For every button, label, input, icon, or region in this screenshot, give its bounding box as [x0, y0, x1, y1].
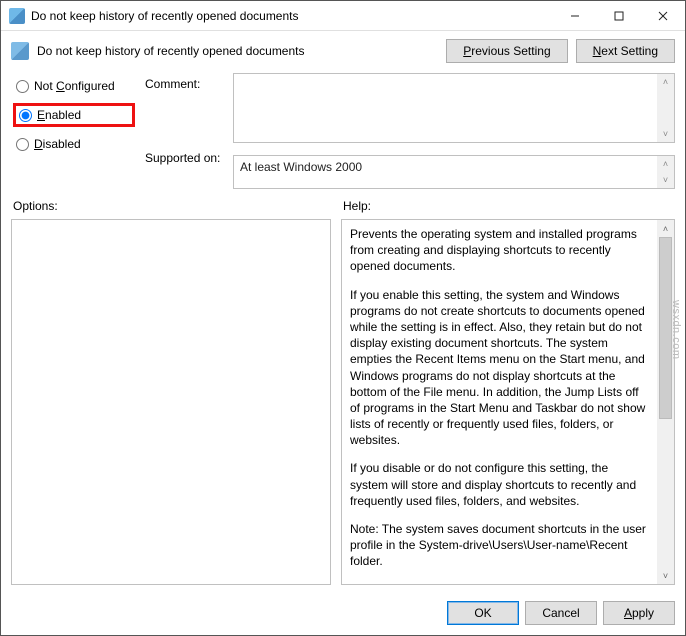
previous-setting-button[interactable]: Previous Setting — [446, 39, 567, 63]
comment-scrollbar[interactable]: ˄ ˅ — [657, 74, 674, 142]
supported-scrollbar: ˄ ˅ — [657, 156, 674, 188]
help-panel: Prevents the operating system and instal… — [341, 219, 675, 585]
help-scrollbar[interactable]: ˄ ˅ — [657, 220, 674, 584]
window-icon — [9, 8, 25, 24]
radio-disabled-input[interactable] — [16, 138, 29, 151]
help-paragraph: Note: The system saves document shortcut… — [350, 521, 649, 570]
radio-enabled[interactable]: Enabled — [13, 103, 135, 127]
titlebar: Do not keep history of recently opened d… — [1, 1, 685, 31]
close-button[interactable] — [641, 1, 685, 31]
scrollbar-thumb[interactable] — [659, 237, 672, 419]
help-text: Prevents the operating system and instal… — [342, 220, 657, 584]
scroll-up-icon[interactable]: ˄ — [657, 220, 674, 237]
radio-disabled-label: Disabled — [34, 137, 81, 151]
scroll-down-icon[interactable]: ˅ — [657, 567, 674, 584]
comment-textbox[interactable]: ˄ ˅ — [233, 73, 675, 143]
maximize-button[interactable] — [597, 1, 641, 31]
help-paragraph: Also, see the "Remove Recent Items menu … — [350, 582, 649, 584]
radio-enabled-input[interactable] — [19, 109, 32, 122]
help-label: Help: — [343, 199, 371, 213]
policy-icon — [11, 42, 29, 60]
state-radio-group: Not Configured Enabled Disabled — [13, 73, 135, 189]
cancel-button[interactable]: Cancel — [525, 601, 597, 625]
toolbar: Do not keep history of recently opened d… — [1, 31, 685, 69]
radio-disabled[interactable]: Disabled — [13, 135, 135, 153]
help-paragraph: Prevents the operating system and instal… — [350, 226, 649, 275]
next-setting-button[interactable]: Next Setting — [576, 39, 675, 63]
apply-button[interactable]: Apply — [603, 601, 675, 625]
minimize-button[interactable] — [553, 1, 597, 31]
help-paragraph: If you enable this setting, the system a… — [350, 287, 649, 449]
options-label: Options: — [13, 199, 343, 213]
comment-label: Comment: — [145, 77, 223, 91]
radio-not-configured[interactable]: Not Configured — [13, 77, 135, 95]
radio-not-configured-label: Not Configured — [34, 79, 115, 93]
scroll-down-icon[interactable]: ˅ — [657, 126, 674, 142]
scroll-up-icon[interactable]: ˄ — [657, 74, 674, 90]
help-paragraph: If you disable or do not configure this … — [350, 460, 649, 509]
options-panel — [11, 219, 331, 585]
dialog-footer: OK Cancel Apply — [1, 593, 685, 635]
scroll-down-icon: ˅ — [657, 172, 674, 188]
supported-on-label: Supported on: — [145, 151, 223, 165]
policy-title: Do not keep history of recently opened d… — [37, 44, 305, 58]
window-title: Do not keep history of recently opened d… — [31, 9, 299, 23]
supported-on-textbox: At least Windows 2000 ˄ ˅ — [233, 155, 675, 189]
radio-enabled-label: Enabled — [37, 108, 81, 122]
radio-not-configured-input[interactable] — [16, 80, 29, 93]
scroll-up-icon: ˄ — [657, 156, 674, 172]
ok-button[interactable]: OK — [447, 601, 519, 625]
